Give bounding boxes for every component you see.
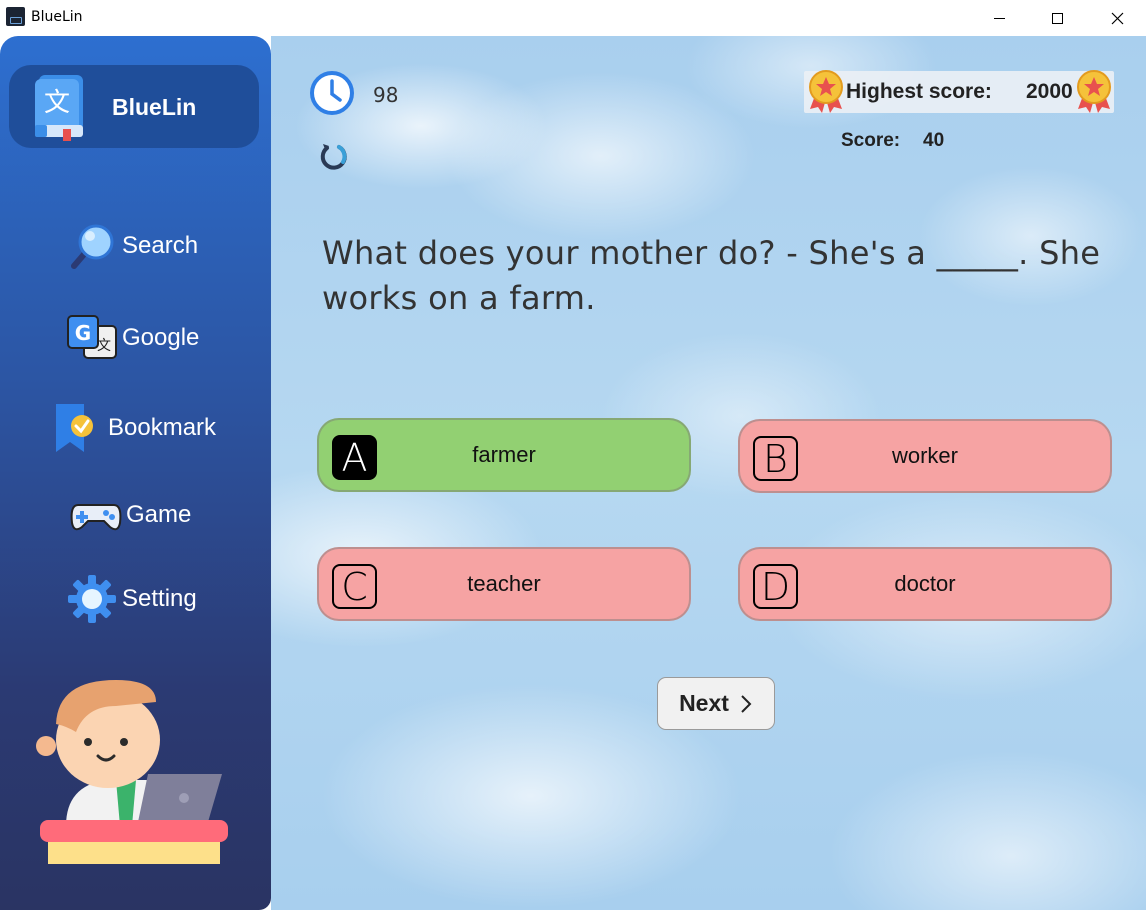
maximize-button[interactable] — [1028, 0, 1086, 36]
next-label: Next — [679, 690, 729, 716]
sidebar-item-bookmark[interactable]: Bookmark — [52, 402, 216, 454]
app-icon — [6, 7, 25, 26]
app-name: BlueLin — [112, 94, 197, 120]
window-title: BlueLin — [31, 9, 83, 25]
option-text: doctor — [894, 571, 956, 596]
close-icon — [1111, 12, 1123, 24]
option-text: teacher — [467, 571, 541, 596]
clock-icon — [310, 71, 354, 115]
option-text: farmer — [472, 442, 536, 467]
maximize-icon — [1051, 12, 1063, 24]
sidebar-item-game[interactable]: Game — [70, 489, 191, 541]
highest-score-value: 2000 — [1026, 80, 1073, 103]
logo-glyph: 文 — [44, 88, 70, 118]
student-mascot-illustration — [36, 680, 228, 864]
score-value: 40 — [923, 130, 945, 151]
magnifier-icon — [71, 224, 114, 269]
restart-icon[interactable] — [317, 140, 349, 172]
gamepad-icon — [70, 504, 122, 531]
sidebar-item-setting[interactable]: Setting — [66, 573, 197, 625]
sidebar: 文 BlueLin Search G 文 Google Bookmark Gam… — [0, 36, 271, 910]
highest-score-label: Highest score: — [846, 80, 992, 103]
option-text: worker — [891, 443, 958, 468]
medal-icon — [809, 70, 843, 113]
question-text: What does your mother do? - She's a ____… — [322, 234, 1101, 317]
logo[interactable]: 文 BlueLin — [9, 65, 259, 148]
sidebar-item-label: Google — [122, 324, 200, 351]
google-translate-icon: G 文 — [67, 315, 117, 359]
minimize-button[interactable] — [970, 0, 1028, 36]
sidebar-item-label: Game — [126, 501, 192, 528]
gear-icon — [68, 575, 116, 623]
answer-option-d[interactable]: D doctor — [738, 547, 1112, 621]
sidebar-item-label: Bookmark — [108, 414, 217, 441]
dictionary-book-icon: 文 — [35, 75, 83, 141]
medal-icon — [1077, 70, 1111, 113]
answer-option-c[interactable]: C teacher — [317, 547, 691, 621]
game-area: 98 Highest score: 2000 Score: 40 What do… — [271, 36, 1146, 910]
svg-text:文: 文 — [97, 338, 111, 354]
score-label: Score: — [841, 130, 901, 151]
sidebar-item-google[interactable]: G 文 Google — [66, 312, 199, 364]
sidebar-item-label: Setting — [122, 585, 197, 612]
next-button[interactable]: Next — [657, 677, 775, 730]
answer-option-a[interactable]: A farmer — [317, 418, 691, 492]
countdown-timer: 98 — [373, 83, 399, 107]
minimize-icon — [993, 17, 1005, 19]
sidebar-item-label: Search — [122, 232, 199, 259]
close-button[interactable] — [1088, 0, 1146, 36]
sidebar-item-search[interactable]: Search — [66, 220, 198, 272]
svg-text:G: G — [75, 321, 91, 345]
chevron-right-icon — [741, 694, 752, 713]
answer-option-b[interactable]: B worker — [738, 419, 1112, 493]
bookmark-icon — [56, 404, 93, 452]
title-bar: BlueLin — [0, 0, 1146, 36]
